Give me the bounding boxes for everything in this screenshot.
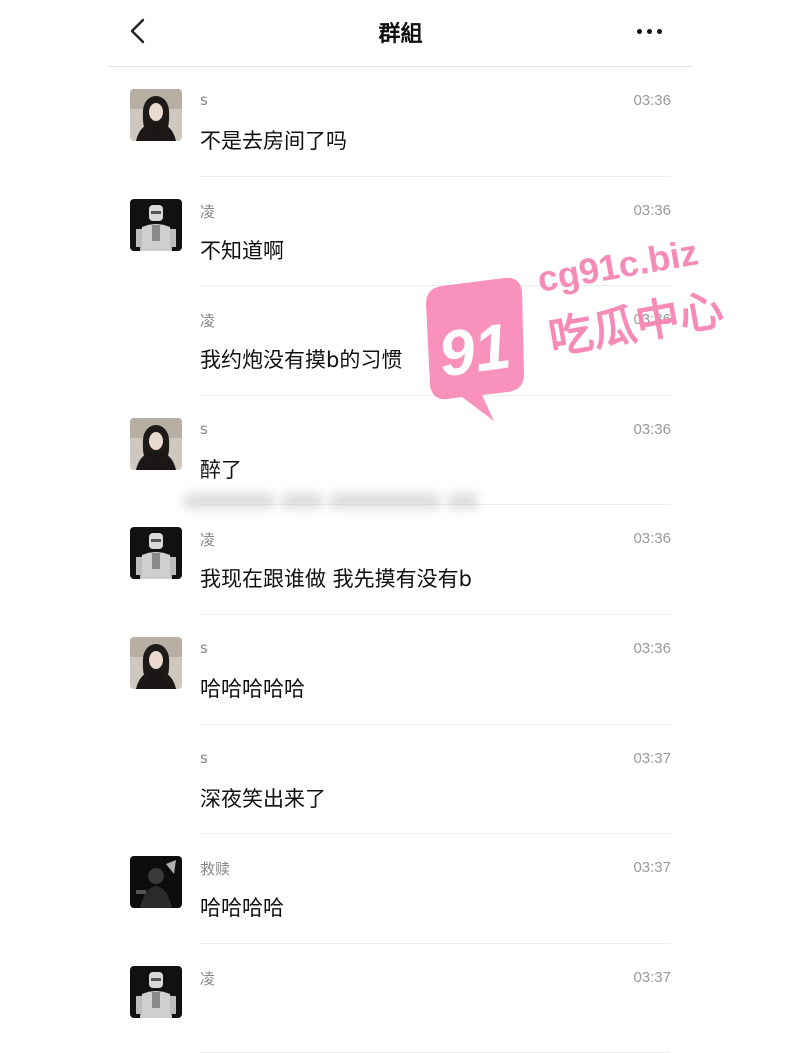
page-title: 群組	[378, 22, 423, 47]
sender-name: 救赎	[200, 860, 231, 879]
message-text: 不是去房间了吗	[200, 129, 347, 153]
blurred-redaction	[180, 486, 520, 516]
sender-name: s	[200, 419, 208, 438]
sender-name: s	[200, 638, 208, 657]
sender-name: 凌	[200, 202, 216, 221]
message-item[interactable]: 凌 03:36 我现在跟谁做 我先摸有没有b	[108, 505, 693, 615]
avatar[interactable]	[130, 89, 182, 141]
message-text: 我现在跟谁做 我先摸有没有b	[200, 567, 473, 592]
message-text: 醉了	[200, 457, 242, 482]
message-text: 哈哈哈哈哈	[200, 676, 305, 701]
message-text: 哈哈哈哈	[200, 896, 284, 921]
message-item[interactable]: 凌 03:36 不知道啊	[108, 177, 693, 287]
message-time: 03:36	[633, 530, 671, 548]
sender-name: s	[200, 91, 208, 109]
top-bar: 群組	[108, 0, 693, 67]
sender-name: 凌	[200, 531, 216, 550]
message-time: 03:36	[633, 639, 671, 657]
message-time: 03:36	[633, 420, 671, 438]
message-text: 深夜笑出来了	[200, 786, 326, 811]
more-options-button[interactable]	[629, 16, 669, 46]
message-item[interactable]: 凌 03:36 我约炮没有摸b的习惯	[108, 286, 693, 396]
message-item[interactable]: 救赎 03:37 哈哈哈哈	[108, 834, 693, 944]
message-text: 不知道啊	[200, 238, 284, 263]
message-time: 03:36	[633, 311, 671, 329]
message-time: 03:37	[633, 859, 671, 877]
message-time: 03:36	[633, 201, 671, 219]
sender-name: 凌	[200, 969, 216, 988]
sender-name: s	[200, 748, 208, 767]
message-time: 03:37	[633, 968, 671, 986]
message-time: 03:36	[633, 92, 671, 109]
avatar[interactable]	[130, 527, 182, 580]
avatar[interactable]	[130, 965, 182, 1018]
message-item[interactable]: s 03:36 哈哈哈哈哈	[108, 615, 693, 725]
message-item[interactable]: s 03:36 不是去房间了吗	[108, 67, 693, 177]
avatar[interactable]	[130, 636, 182, 689]
message-item[interactable]: s 03:37 深夜笑出来了	[108, 725, 693, 835]
message-item[interactable]: 凌 03:37	[108, 944, 693, 1053]
message-text: 我约炮没有摸b的习惯	[200, 348, 403, 373]
avatar[interactable]	[130, 198, 182, 251]
sender-name: 凌	[200, 312, 216, 331]
avatar[interactable]	[130, 856, 182, 909]
message-time: 03:37	[633, 749, 671, 767]
more-dots-icon	[636, 28, 642, 34]
message-list: s 03:36 不是去房间了吗凌 03:36 不知道啊凌 03:36 我约炮没有摸b的习惯 s…	[108, 67, 693, 1053]
avatar[interactable]	[130, 417, 182, 470]
